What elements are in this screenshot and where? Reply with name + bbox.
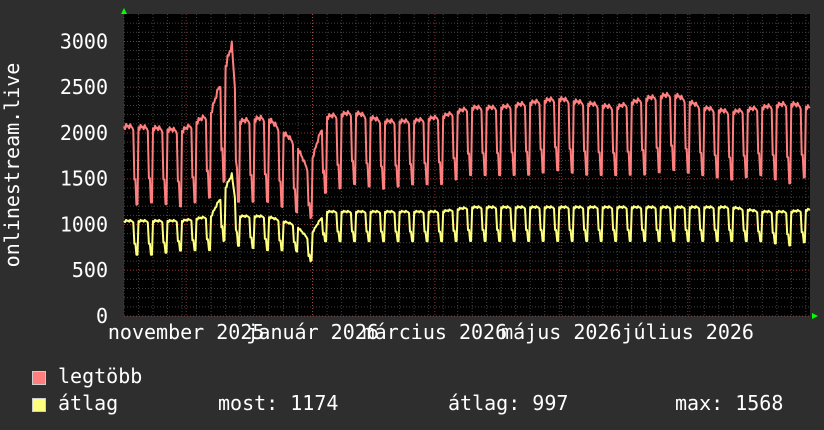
y-axis-label: onlinestream.live — [0, 63, 24, 268]
x-axis-arrow — [812, 313, 818, 319]
x-tick-label: január 2026 — [246, 320, 378, 344]
y-tick-label: 500 — [72, 258, 108, 282]
legtobb-swatch — [32, 370, 46, 385]
x-tick-label: július 2026 — [621, 320, 753, 344]
y-tick-label: 0 — [96, 304, 108, 328]
y-tick-label: 2000 — [60, 121, 108, 145]
x-tick-label: május 2026 — [501, 320, 621, 344]
legend-label-legtobb: legtöbb — [58, 364, 143, 388]
atlag-swatch — [32, 397, 46, 412]
chart: 0 500 1000 1500 2000 2500 3000 november 2025jan… — [0, 8, 818, 344]
x-tick-label: március 2026 — [363, 320, 508, 344]
legend-item-atlag: átlag — [32, 391, 118, 415]
y-axis-arrow — [121, 8, 127, 14]
y-tick-label: 2500 — [60, 75, 108, 99]
stat-max: max: 1568 — [675, 391, 784, 415]
legend-label-atlag: átlag — [58, 391, 119, 415]
legend-item-legtobb: legtöbb — [32, 364, 142, 388]
stat-atlag: átlag: 997 — [448, 391, 569, 415]
y-tick-label: 1500 — [60, 167, 108, 191]
x-tick-label: november 2025 — [108, 320, 265, 344]
stat-most: most: 1174 — [218, 391, 339, 415]
y-tick-label: 3000 — [60, 29, 108, 53]
y-tick-label: 1000 — [60, 212, 108, 236]
